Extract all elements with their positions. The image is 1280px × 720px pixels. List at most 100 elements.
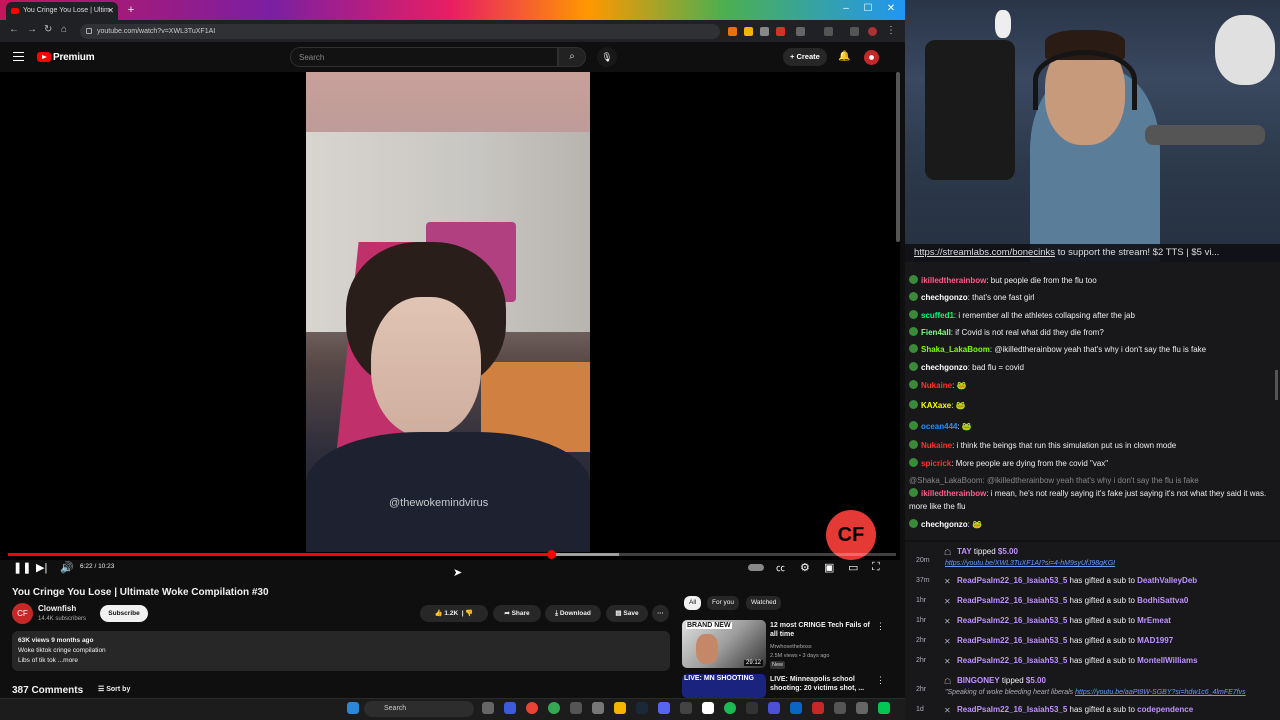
- search-input[interactable]: Search: [290, 47, 558, 67]
- taskbar-app-icon[interactable]: [878, 702, 890, 714]
- sort-by-button[interactable]: ☰ Sort by: [98, 685, 130, 693]
- new-tab-button[interactable]: +: [124, 3, 138, 17]
- chat-username[interactable]: scuffed1: [921, 311, 954, 320]
- downloads-icon[interactable]: [850, 27, 859, 36]
- event-user[interactable]: ReadPsalm22_16_Isaiah53_5: [957, 705, 1067, 714]
- save-button[interactable]: ▤ Save: [606, 605, 648, 622]
- more-actions-button[interactable]: ···: [652, 605, 669, 622]
- taskbar-app-icon[interactable]: [834, 702, 846, 714]
- tip-link[interactable]: https://youtu.be/XWL3TuXF1AI?si=4-hM9syU…: [945, 560, 1115, 567]
- chat-username[interactable]: Nukaine: [921, 441, 952, 450]
- gift-recipient[interactable]: MAD1997: [1137, 636, 1173, 645]
- volume-icon[interactable]: 🔊: [60, 561, 74, 574]
- recommendation-title[interactable]: LIVE: Minneapolis school shooting: 20 vi…: [770, 675, 870, 693]
- chat-username[interactable]: ocean444: [921, 422, 957, 431]
- gift-recipient[interactable]: MrEmeat: [1137, 616, 1171, 625]
- recommendation-channel[interactable]: Mrwhosetheboss: [770, 643, 812, 651]
- browser-menu-icon[interactable]: ⋮: [886, 25, 896, 36]
- extension-icon[interactable]: [776, 27, 785, 36]
- chip-for-you[interactable]: For you: [707, 596, 740, 610]
- channel-name[interactable]: Clownfish: [38, 604, 76, 613]
- streamlabs-link[interactable]: https://streamlabs.com/bonecinks: [914, 247, 1055, 258]
- taskbar-app-icon[interactable]: [856, 702, 868, 714]
- gift-recipient[interactable]: DeathValleyDeb: [1137, 576, 1197, 585]
- task-view-icon[interactable]: [482, 702, 494, 714]
- file-explorer-icon[interactable]: [614, 702, 626, 714]
- chip-all[interactable]: All: [684, 596, 702, 610]
- chat-scrollbar[interactable]: [1275, 370, 1278, 400]
- create-button[interactable]: + Create: [783, 48, 827, 66]
- taskbar-app-icon[interactable]: [570, 702, 582, 714]
- chat-username[interactable]: chechgonzo: [921, 363, 968, 372]
- hamburger-menu-icon[interactable]: [13, 52, 24, 61]
- taskbar-app-icon[interactable]: [768, 702, 780, 714]
- chip-watched[interactable]: Watched: [746, 596, 782, 610]
- youtube-logo-icon[interactable]: [37, 52, 51, 62]
- youtube-brand[interactable]: Premium: [53, 52, 95, 63]
- chat-username[interactable]: chechgonzo: [921, 293, 968, 302]
- chrome-icon[interactable]: [548, 702, 560, 714]
- forward-icon[interactable]: →: [27, 24, 37, 35]
- browser-tab[interactable]: You Cringe You Lose | Ultim ✕: [6, 2, 118, 20]
- profile-avatar-icon[interactable]: [868, 27, 877, 36]
- thumbs-up-icon[interactable]: 👍: [435, 610, 443, 617]
- search-icon[interactable]: ⌕: [558, 47, 586, 67]
- extension-icon[interactable]: [744, 27, 753, 36]
- next-icon[interactable]: ▶|: [36, 561, 47, 574]
- steam-icon[interactable]: [636, 702, 648, 714]
- taskbar-app-icon[interactable]: [812, 702, 824, 714]
- recommendation-thumbnail[interactable]: BRAND NEW 29:12: [682, 620, 766, 668]
- page-scrollbar[interactable]: [896, 72, 900, 242]
- settings-gear-icon[interactable]: ⚙: [800, 561, 810, 574]
- minimize-button[interactable]: –: [835, 3, 857, 14]
- spotify-icon[interactable]: [724, 702, 736, 714]
- discord-icon[interactable]: [658, 702, 670, 714]
- home-icon[interactable]: ⌂: [61, 24, 67, 35]
- more-options-icon[interactable]: ⋮: [876, 675, 885, 686]
- more-options-icon[interactable]: ⋮: [876, 621, 885, 632]
- event-user[interactable]: ReadPsalm22_16_Isaiah53_5: [957, 576, 1067, 585]
- close-window-button[interactable]: ✕: [880, 3, 902, 14]
- taskbar-app-icon[interactable]: [702, 702, 714, 714]
- chat-username[interactable]: KAXaxe: [921, 401, 951, 410]
- reload-icon[interactable]: ↻: [44, 24, 52, 35]
- tip-link[interactable]: https://youtu.be/aaPt8W-SGBY?si=hdw1c6_4…: [1075, 689, 1246, 696]
- chat-username[interactable]: spicrick: [921, 459, 951, 468]
- taskbar-search[interactable]: Search: [364, 701, 474, 717]
- channel-avatar[interactable]: CF: [12, 603, 33, 624]
- windows-start-icon[interactable]: [347, 702, 359, 714]
- gift-recipient[interactable]: codependence: [1137, 705, 1193, 714]
- sidebar-icon[interactable]: [824, 27, 833, 36]
- subscribe-button[interactable]: Subscribe: [100, 605, 148, 622]
- chat-username[interactable]: ikilledtherainbow: [921, 489, 986, 498]
- fullscreen-icon[interactable]: ⛶: [872, 561, 880, 574]
- tab-close-icon[interactable]: ✕: [107, 6, 114, 15]
- autoplay-toggle[interactable]: [748, 564, 764, 571]
- description-box[interactable]: 63K views 9 months ago Woke tiktok cring…: [12, 631, 670, 671]
- chat-username[interactable]: Nukaine: [921, 381, 952, 390]
- back-icon[interactable]: ←: [9, 24, 19, 35]
- theater-mode-icon[interactable]: ▭: [848, 561, 858, 574]
- site-info-icon[interactable]: [86, 28, 92, 34]
- gift-recipient[interactable]: MontellWilliams: [1137, 656, 1197, 665]
- gift-recipient[interactable]: BodhiSattva0: [1137, 596, 1188, 605]
- chat-username[interactable]: ikilledtherainbow: [921, 276, 986, 285]
- taskbar-app-icon[interactable]: [680, 702, 692, 714]
- video-frame[interactable]: [306, 72, 590, 552]
- microphone-icon[interactable]: 🎙: [597, 47, 617, 67]
- share-button[interactable]: ➦ Share: [493, 605, 541, 622]
- chat-username[interactable]: chechgonzo: [921, 520, 968, 529]
- pause-icon[interactable]: ❚❚: [13, 561, 31, 574]
- event-user[interactable]: ReadPsalm22_16_Isaiah53_5: [957, 636, 1067, 645]
- event-user[interactable]: ReadPsalm22_16_Isaiah53_5: [957, 596, 1067, 605]
- chrome-icon[interactable]: [526, 702, 538, 714]
- miniplayer-icon[interactable]: ▣: [824, 561, 834, 574]
- notifications-bell-icon[interactable]: 🔔: [838, 51, 850, 62]
- taskbar-app-icon[interactable]: [746, 702, 758, 714]
- recommendation-title[interactable]: 12 most CRINGE Tech Fails of all time: [770, 621, 870, 639]
- thumbs-down-icon[interactable]: 👎: [465, 610, 473, 617]
- chat-username[interactable]: Fien4all: [921, 328, 951, 337]
- taskbar-app-icon[interactable]: [592, 702, 604, 714]
- event-user[interactable]: TAY: [957, 547, 972, 556]
- account-avatar[interactable]: [864, 50, 879, 65]
